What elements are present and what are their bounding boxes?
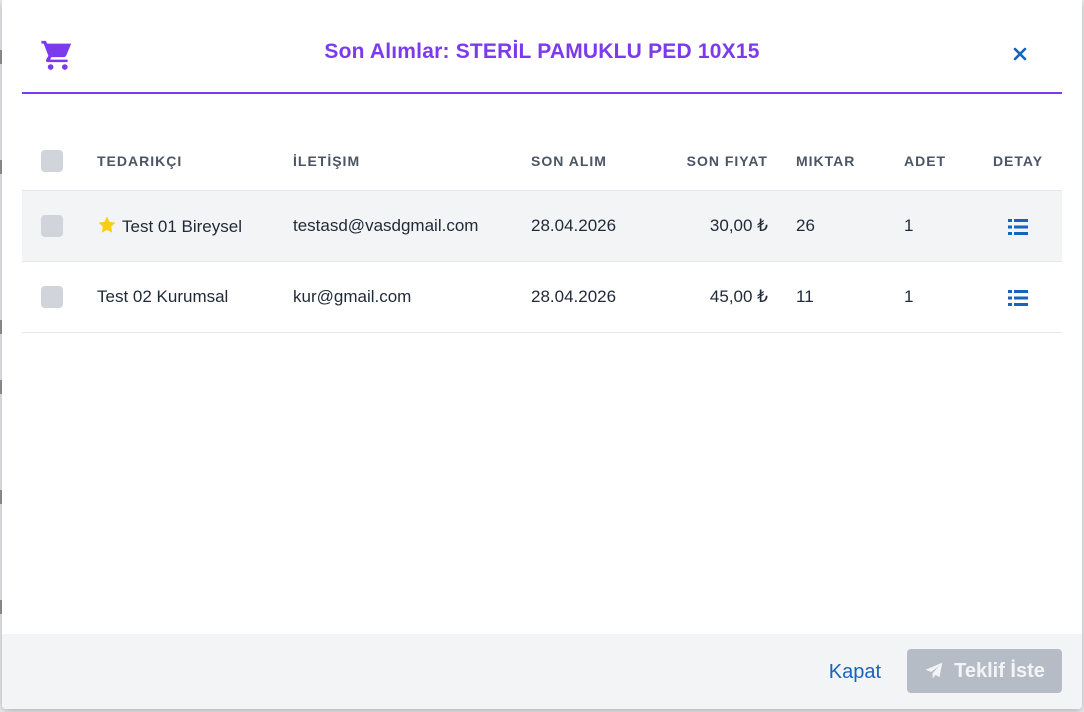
supplier-cell: Test 01 Bireysel: [97, 190, 293, 262]
detail-cell: [974, 190, 1062, 262]
table-row[interactable]: Test 01 Bireysel testasd@vasdgmail.com 2…: [22, 190, 1062, 262]
select-all-cell: [22, 132, 97, 191]
star-icon: [98, 216, 116, 233]
row-select-cell: [22, 261, 97, 333]
header-contact[interactable]: İLETİŞIM: [293, 132, 531, 191]
header-supplier[interactable]: TEDARIKÇI: [97, 132, 293, 191]
list-icon[interactable]: [1008, 218, 1028, 236]
header-last-price[interactable]: SON FIYAT: [657, 132, 768, 191]
row-checkbox[interactable]: [41, 215, 63, 237]
paper-plane-icon: [925, 662, 943, 679]
select-all-checkbox[interactable]: [41, 150, 63, 172]
purchases-table: TEDARIKÇI İLETİŞIM SON ALIM SON FIYAT MI…: [22, 132, 1062, 333]
request-quote-label: Teklif İste: [954, 659, 1045, 682]
supplier-cell: Test 02 Kurumsal: [97, 261, 293, 333]
last-price-cell: 45,00 ₺: [657, 261, 768, 333]
header-count[interactable]: ADET: [904, 132, 974, 191]
modal-header: Son Alımlar: STERİL PAMUKLU PED 10X15: [22, 0, 1062, 94]
count-cell: 1: [904, 190, 974, 262]
header-quantity[interactable]: MIKTAR: [768, 132, 904, 191]
row-select-cell: [22, 190, 97, 262]
detail-cell: [974, 261, 1062, 333]
supplier-name: Test 02 Kurumsal: [97, 287, 229, 306]
count-cell: 1: [904, 261, 974, 333]
table-header-row: TEDARIKÇI İLETİŞIM SON ALIM SON FIYAT MI…: [22, 132, 1062, 191]
supplier-name: Test 01 Bireysel: [122, 217, 242, 236]
last-price-cell: 30,00 ₺: [657, 190, 768, 262]
last-purchase-cell: 28.04.2026: [531, 190, 657, 262]
header-detail: DETAY: [974, 132, 1062, 191]
close-link-button[interactable]: Kapat: [829, 661, 881, 684]
recent-purchases-modal: Son Alımlar: STERİL PAMUKLU PED 10X15 TE…: [2, 0, 1082, 709]
close-button[interactable]: [1006, 40, 1034, 68]
quantity-cell: 11: [768, 261, 904, 333]
contact-cell: testasd@vasdgmail.com: [293, 190, 531, 262]
table-row[interactable]: Test 02 Kurumsal kur@gmail.com 28.04.202…: [22, 261, 1062, 333]
header-last-purchase[interactable]: SON ALIM: [531, 132, 657, 191]
modal-title: Son Alımlar: STERİL PAMUKLU PED 10X15: [324, 40, 760, 63]
row-checkbox[interactable]: [41, 286, 63, 308]
list-icon[interactable]: [1008, 289, 1028, 307]
contact-cell: kur@gmail.com: [293, 261, 531, 333]
close-icon: [1013, 47, 1027, 61]
modal-footer: Kapat Teklif İste: [2, 634, 1082, 709]
request-quote-button[interactable]: Teklif İste: [907, 649, 1062, 693]
last-purchase-cell: 28.04.2026: [531, 261, 657, 333]
quantity-cell: 26: [768, 190, 904, 262]
